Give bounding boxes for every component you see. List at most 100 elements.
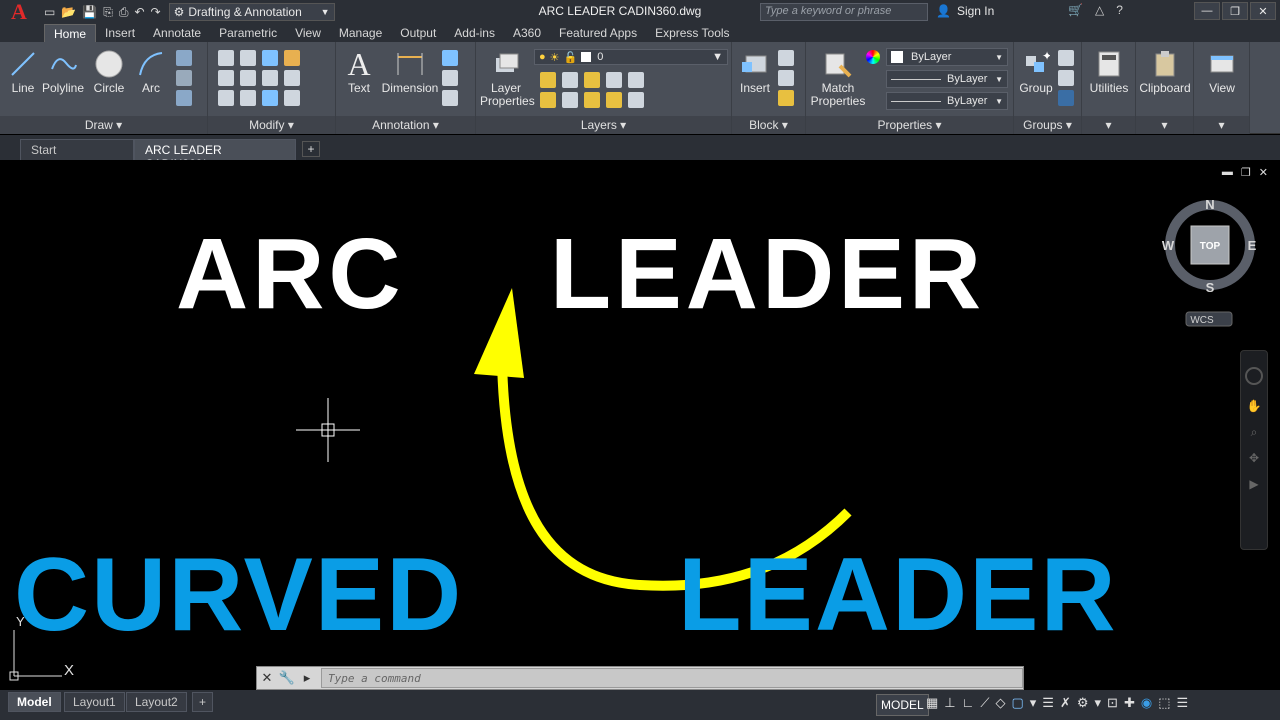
plot-icon[interactable]: ⎙ bbox=[119, 5, 129, 20]
isodraft-icon[interactable]: ◇ bbox=[995, 695, 1005, 711]
view-expand[interactable]: ▾ bbox=[1194, 116, 1249, 134]
lineweight-icon[interactable]: ☰ bbox=[1042, 695, 1054, 711]
tab-manage[interactable]: Manage bbox=[330, 24, 391, 42]
block-panel-title[interactable]: Block ▾ bbox=[732, 116, 805, 134]
compass-south[interactable]: S bbox=[1206, 280, 1215, 295]
tab-start[interactable]: Start bbox=[20, 139, 134, 160]
layer-walk-icon[interactable] bbox=[628, 92, 644, 108]
osnap-icon[interactable]: ▢ bbox=[1011, 695, 1023, 711]
layer-isolate-icon[interactable] bbox=[540, 72, 556, 88]
layer-unlock-icon[interactable] bbox=[606, 92, 622, 108]
workspace-dropdown[interactable]: ⚙ Drafting & Annotation ▼ bbox=[168, 3, 335, 21]
command-input[interactable]: Type a command bbox=[321, 668, 1023, 688]
match-properties-button[interactable]: Match Properties bbox=[810, 46, 866, 108]
layer-properties-button[interactable]: Layer Properties bbox=[480, 46, 535, 108]
save-icon[interactable]: 💾 bbox=[82, 5, 97, 19]
tab-output[interactable]: Output bbox=[391, 24, 445, 42]
annotation-panel-title[interactable]: Annotation ▾ bbox=[336, 116, 475, 134]
group-edit-icon[interactable] bbox=[1058, 70, 1074, 86]
tab-parametric[interactable]: Parametric bbox=[210, 24, 286, 42]
edit-block-icon[interactable] bbox=[778, 70, 794, 86]
ungroup-icon[interactable] bbox=[1058, 50, 1074, 66]
snap-icon[interactable]: ⊥ bbox=[944, 695, 955, 711]
add-layout-button[interactable]: + bbox=[192, 692, 214, 712]
leader-text-bottom[interactable]: LEADER bbox=[678, 537, 1118, 653]
layer-thaw-icon[interactable] bbox=[584, 92, 600, 108]
open-icon[interactable]: 📂 bbox=[61, 5, 76, 19]
leader-icon[interactable] bbox=[442, 50, 458, 66]
clipboard-button[interactable]: Clipboard bbox=[1138, 46, 1192, 95]
new-tab-button[interactable]: + bbox=[302, 141, 320, 157]
tab-express-tools[interactable]: Express Tools bbox=[646, 24, 738, 42]
tab-annotate[interactable]: Annotate bbox=[144, 24, 210, 42]
ortho-icon[interactable]: ∟ bbox=[962, 695, 975, 711]
layer-freeze-icon[interactable] bbox=[584, 72, 600, 88]
properties-panel-title[interactable]: Properties ▾ bbox=[806, 116, 1013, 134]
erase-icon[interactable] bbox=[284, 50, 300, 66]
draw-panel-title[interactable]: Draw ▾ bbox=[0, 116, 207, 134]
move-icon[interactable] bbox=[218, 50, 234, 66]
compass-north[interactable]: N bbox=[1205, 197, 1214, 212]
viewport-minimize-icon[interactable]: ▬ bbox=[1222, 166, 1233, 179]
group-button[interactable]: ✦ Group bbox=[1014, 46, 1058, 95]
rotate-icon[interactable] bbox=[240, 50, 256, 66]
tab-layout2[interactable]: Layout2 bbox=[126, 692, 187, 712]
close-command-line-icon[interactable]: ✕ bbox=[257, 667, 277, 689]
workspace-switch-icon[interactable]: ⚙ bbox=[1077, 695, 1089, 711]
grid-icon[interactable]: ▦ bbox=[926, 695, 938, 711]
customization-icon[interactable]: ☰ bbox=[1177, 695, 1189, 711]
modify-panel-title[interactable]: Modify ▾ bbox=[208, 116, 335, 134]
create-block-icon[interactable] bbox=[778, 50, 794, 66]
dimension-button[interactable]: Dimension bbox=[380, 46, 440, 95]
clipboard-expand[interactable]: ▾ bbox=[1136, 116, 1193, 134]
tab-a360[interactable]: A360 bbox=[504, 24, 550, 42]
layer-state-icon[interactable] bbox=[628, 72, 644, 88]
search-input[interactable]: Type a keyword or phrase bbox=[760, 3, 928, 21]
viewcube[interactable]: TOP N S E W bbox=[1162, 197, 1257, 295]
recent-commands-icon[interactable]: ▸ bbox=[297, 667, 317, 689]
restore-icon[interactable]: ❐ bbox=[1222, 2, 1248, 20]
compass-west[interactable]: W bbox=[1162, 238, 1175, 253]
zoom-icon[interactable]: ⌕ bbox=[1246, 425, 1262, 443]
attribute-icon[interactable] bbox=[778, 90, 794, 106]
view-button[interactable]: View bbox=[1198, 46, 1246, 95]
leader-text-top[interactable]: LEADER bbox=[550, 218, 985, 330]
arc-text[interactable]: ARC bbox=[176, 218, 405, 330]
group-select-icon[interactable] bbox=[1058, 90, 1074, 106]
leader-arrowhead[interactable] bbox=[474, 288, 524, 378]
fillet-icon[interactable] bbox=[262, 70, 278, 86]
polar-icon[interactable]: ⟋ bbox=[980, 695, 989, 711]
tab-view[interactable]: View bbox=[286, 24, 330, 42]
units-icon[interactable]: ▾ bbox=[1095, 695, 1102, 711]
offset-icon[interactable] bbox=[284, 90, 300, 106]
cart-icon[interactable]: 🛒 bbox=[1068, 3, 1083, 17]
tab-model[interactable]: Model bbox=[8, 692, 61, 712]
drawing-area[interactable]: ARC LEADER CURVED LEADER TOP N S E W WCS… bbox=[0, 160, 1280, 690]
layer-dropdown[interactable]: ● ☀ 🔓 0 ▼ bbox=[534, 49, 728, 65]
model-space-toggle[interactable]: MODEL bbox=[876, 694, 929, 716]
close-icon[interactable]: ✕ bbox=[1250, 2, 1276, 20]
markup-icon[interactable] bbox=[442, 90, 458, 106]
steering-wheel-icon[interactable] bbox=[1245, 367, 1263, 385]
help-button[interactable]: ? bbox=[1116, 3, 1123, 17]
stretch-icon[interactable] bbox=[218, 90, 234, 106]
viewport-restore-icon[interactable]: ❐ bbox=[1241, 166, 1251, 179]
groups-panel-title[interactable]: Groups ▾ bbox=[1014, 116, 1081, 134]
utilities-expand[interactable]: ▾ bbox=[1082, 116, 1135, 134]
region-icon[interactable] bbox=[176, 90, 192, 106]
minimize-icon[interactable]: — bbox=[1194, 2, 1220, 20]
compass-east[interactable]: E bbox=[1248, 238, 1257, 253]
table-icon[interactable] bbox=[442, 70, 458, 86]
lineweight-dropdown[interactable]: ByLayer ▼ bbox=[886, 92, 1008, 110]
wcs-menu[interactable]: WCS bbox=[1185, 311, 1233, 327]
layer-on-icon[interactable] bbox=[540, 92, 556, 108]
explode-icon[interactable] bbox=[284, 70, 300, 86]
new-icon[interactable]: ▭ bbox=[44, 5, 55, 19]
array-icon[interactable] bbox=[262, 90, 278, 106]
color-wheel-icon[interactable] bbox=[866, 50, 880, 64]
clean-screen-icon[interactable]: ⬚ bbox=[1158, 695, 1170, 711]
a360-icon[interactable]: △ bbox=[1095, 3, 1104, 17]
quick-properties-icon[interactable]: ⊡ bbox=[1107, 695, 1118, 711]
showmotion-icon[interactable]: ▶ bbox=[1246, 477, 1262, 495]
utilities-button[interactable]: Utilities bbox=[1084, 46, 1134, 95]
